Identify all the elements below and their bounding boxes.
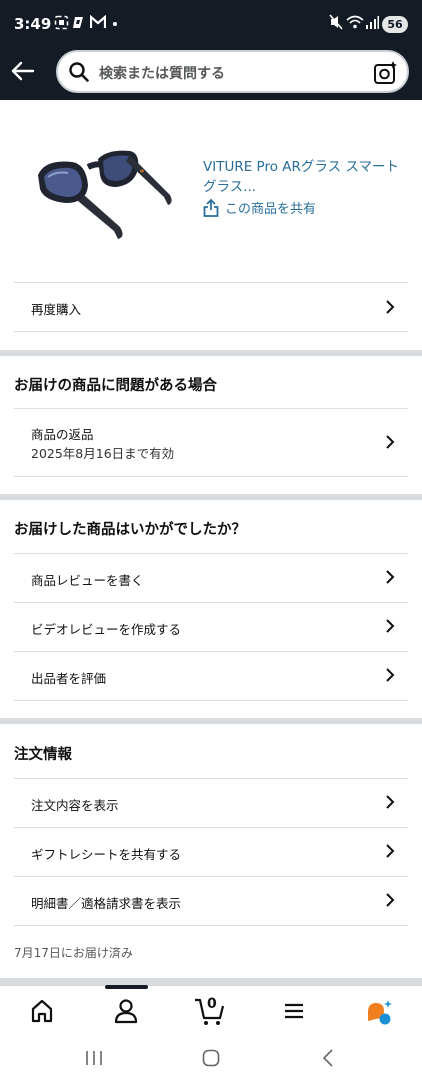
rebuy-label: 再度購入 [31,302,82,317]
back-arrow-icon[interactable] [8,56,38,86]
assistant-icon[interactable] [358,994,398,1028]
return-item-row[interactable]: 商品の返品 2025年8月16日まで有効 [14,408,408,477]
system-back-icon[interactable] [320,1048,336,1068]
chevron-right-icon [386,300,395,314]
gift-receipt-label: ギフトレシートを共有する [31,847,182,862]
signal-icon [366,16,379,29]
write-review-row[interactable]: 商品レビューを書く [14,553,408,602]
product-title-link[interactable]: VITURE Pro ARグラス スマートグラス... [203,157,403,197]
battery-indicator: 56 [382,16,408,33]
app-notification-icon [73,17,83,28]
mute-icon [329,14,343,30]
write-review-label: 商品レビューを書く [31,573,144,588]
status-bar: 3:49 56 [0,0,422,48]
rate-seller-row[interactable]: 出品者を評価 [14,651,408,701]
chevron-right-icon [386,844,395,858]
active-tab-indicator [105,985,148,989]
home-icon[interactable] [22,994,62,1028]
system-nav-bar [0,1035,422,1080]
bottom-nav: 0 [0,985,422,1035]
status-time: 3:49 [14,15,52,33]
view-order-label: 注文内容を表示 [31,798,119,813]
top-header: 3:49 56 検索または質問する [0,0,422,100]
search-input[interactable]: 検索または質問する [56,50,409,93]
rebuy-row[interactable]: 再度購入 [14,282,408,332]
invoice-label: 明細書／適格請求書を表示 [31,896,182,911]
video-review-label: ビデオレビューを作成する [31,622,182,637]
review-section-title: お届けした商品はいかがでしたか？ [14,522,246,538]
wifi-icon [346,15,364,29]
return-deadline: 2025年8月16日まで有効 [31,446,175,461]
account-icon[interactable] [106,994,146,1028]
search-icon [69,62,89,82]
menu-icon[interactable] [274,994,314,1028]
video-review-row[interactable]: ビデオレビューを作成する [14,602,408,651]
problem-section-title: お届けの商品に問題がある場合 [14,378,217,394]
cart-button[interactable]: 0 [189,994,229,1028]
gift-receipt-row[interactable]: ギフトレシートを共有する [14,827,408,876]
chevron-right-icon [386,893,395,907]
search-placeholder: 検索または質問する [99,66,225,82]
chevron-right-icon [386,668,395,682]
product-image[interactable] [30,137,180,267]
chevron-right-icon [386,795,395,809]
share-label: この商品を共有 [225,202,317,217]
home-circle-icon[interactable] [201,1048,221,1068]
chevron-right-icon [386,570,395,584]
invoice-row[interactable]: 明細書／適格請求書を表示 [14,876,408,926]
camera-search-icon[interactable] [373,60,399,86]
chevron-right-icon [386,619,395,633]
cart-count: 0 [207,996,217,1012]
mail-icon [90,15,106,28]
screenshot-icon [54,15,69,30]
section-divider [0,350,422,356]
return-label: 商品の返品 [31,427,94,442]
section-divider [0,978,422,985]
recent-apps-icon[interactable] [84,1049,104,1067]
section-divider [0,494,422,500]
chevron-right-icon [386,435,395,449]
more-notifications-icon [113,22,117,26]
section-divider [0,718,422,724]
rate-seller-label: 出品者を評価 [31,671,107,686]
delivered-date: 7月17日にお届け済み [14,946,133,960]
view-order-row[interactable]: 注文内容を表示 [14,778,408,827]
share-product-link[interactable]: この商品を共有 [203,198,316,217]
share-icon [203,198,219,217]
order-section-title: 注文情報 [14,747,72,763]
